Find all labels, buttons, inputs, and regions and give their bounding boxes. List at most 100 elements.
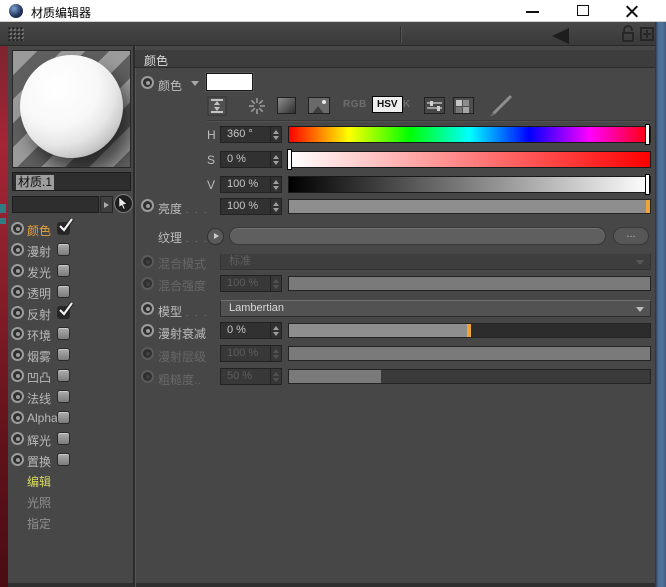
page-assign[interactable]: 指定 [27,515,51,532]
material-name-field[interactable]: 材质.1 [12,172,131,191]
channel-radio[interactable] [11,390,24,403]
material-preview[interactable] [12,50,131,168]
layer-field[interactable] [12,196,99,213]
channel-radio[interactable] [11,285,24,298]
channel-label[interactable]: 置换 [27,453,51,470]
diffuse-level-radio [141,347,154,360]
brightness-spinbox[interactable]: 100 % [220,198,282,215]
channel-label[interactable]: 透明 [27,285,51,302]
channel-label[interactable]: 漫射 [27,243,51,260]
hue-gradient-slider[interactable] [288,126,651,143]
channel-radio[interactable] [11,306,24,319]
channel-checkbox[interactable] [57,348,70,361]
maximize-button[interactable] [566,0,602,22]
color-swatch[interactable] [206,73,253,91]
stepper-icon[interactable] [270,127,281,142]
diffuse-falloff-radio[interactable] [141,324,154,337]
hue-handle[interactable] [645,124,650,145]
channel-label[interactable]: 法线 [27,390,51,407]
value-spinbox[interactable]: 100 % [220,176,282,193]
stepper-icon[interactable] [270,152,281,167]
diffuse-falloff-handle[interactable] [467,324,471,337]
channel-checkbox[interactable] [57,217,74,235]
channel-radio[interactable] [11,348,24,361]
color-mixer-icon[interactable] [424,97,445,114]
gradient-icon[interactable] [277,97,296,114]
layer-arrow-button[interactable] [100,196,113,213]
saturation-spinbox[interactable]: 0 % [220,151,282,168]
add-button[interactable] [640,27,654,41]
channel-label[interactable]: 发光 [27,264,51,281]
channel-checkbox[interactable] [57,390,70,403]
channel-radio[interactable] [11,453,24,466]
channel-checkbox[interactable] [57,411,70,424]
brightness-slider-handle[interactable] [646,200,650,213]
channel-checkbox[interactable] [57,243,70,256]
channel-checkbox[interactable] [57,285,70,298]
mode-hsv-button[interactable]: HSV [372,96,403,113]
swatches-icon[interactable] [453,97,474,114]
back-arrow-button[interactable] [552,28,569,44]
saturation-gradient-slider[interactable] [288,151,651,168]
mode-k-button[interactable]: K [403,99,411,110]
channel-checkbox[interactable] [57,301,74,319]
pick-cursor-button[interactable] [114,194,133,213]
drag-grip-icon[interactable] [8,27,24,41]
hue-label: H [207,128,216,142]
diffuse-falloff-slider[interactable] [288,323,651,338]
minimize-button[interactable] [514,0,550,22]
texture-field[interactable] [229,227,606,245]
mode-rgb-button[interactable]: RGB [343,99,367,110]
channel-checkbox[interactable] [57,327,70,340]
channel-label[interactable]: 辉光 [27,432,51,449]
eyedropper-icon[interactable] [488,94,514,123]
diffuse-falloff-spinbox[interactable]: 0 % [220,322,282,339]
channel-radio[interactable] [11,264,24,277]
stepper-icon[interactable] [270,199,281,214]
stepper-icon[interactable] [270,323,281,338]
hue-spinbox[interactable]: 360 ° [220,126,282,143]
channel-radio[interactable] [11,327,24,340]
panel-divider[interactable] [133,46,136,587]
image-icon[interactable] [308,97,330,114]
channel-radio[interactable] [11,222,24,235]
stepper-icon[interactable] [270,177,281,192]
texture-arrow-button[interactable] [207,228,224,245]
channel-label[interactable]: 烟雾 [27,348,51,365]
channel-checkbox[interactable] [57,432,70,445]
channel-checkbox[interactable] [57,453,70,466]
expand-caret-icon[interactable] [191,81,199,86]
section-header: 颜色 [135,50,655,68]
lock-icon[interactable] [620,25,636,48]
color-wheel-icon[interactable] [247,96,267,121]
channel-checkbox[interactable] [57,369,70,382]
channel-label[interactable]: Alpha [27,411,58,425]
channel-label[interactable]: 环境 [27,327,51,344]
color-enable-radio[interactable] [141,76,154,89]
close-button[interactable] [614,0,650,22]
channel-radio[interactable] [11,243,24,256]
compact-mode-icon[interactable] [207,96,227,121]
texture-browse-button[interactable]: ... [613,227,649,245]
channel-row: 凹凸 [8,366,134,387]
value-handle[interactable] [645,174,650,195]
window-title: 材质编辑器 [31,6,92,20]
brightness-slider[interactable] [288,199,651,214]
page-illumination[interactable]: 光照 [27,494,51,511]
channel-radio[interactable] [11,369,24,382]
channel-checkbox[interactable] [57,264,70,277]
saturation-handle[interactable] [287,149,292,170]
channel-radio[interactable] [11,432,24,445]
channel-radio[interactable] [11,411,24,424]
model-radio[interactable] [141,302,154,315]
stepper-icon [270,369,281,384]
value-gradient-slider[interactable] [288,176,651,193]
channel-label[interactable]: 凹凸 [27,369,51,386]
window-right-border [655,22,666,587]
channel-label[interactable]: 反射 [27,306,51,323]
page-edit[interactable]: 编辑 [27,473,51,490]
channel-label[interactable]: 颜色 [27,222,51,239]
chevron-down-icon [636,307,644,312]
model-dropdown[interactable]: Lambertian [220,300,651,317]
brightness-radio[interactable] [141,199,154,212]
